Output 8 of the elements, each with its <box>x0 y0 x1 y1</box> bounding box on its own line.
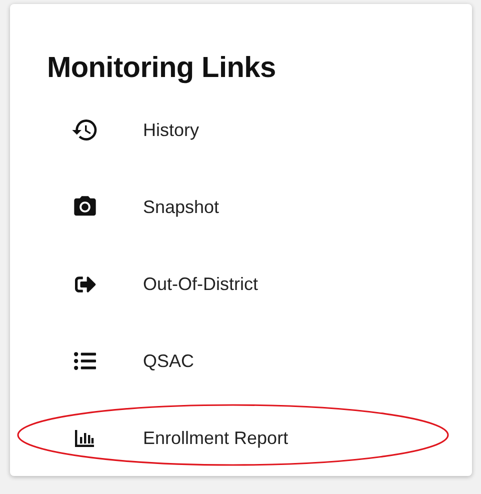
list-icon <box>74 350 96 372</box>
monitoring-link[interactable]: Snapshot <box>47 187 220 227</box>
card-title: Monitoring Links <box>47 51 277 86</box>
monitoring-link[interactable]: QSAC <box>47 341 194 381</box>
bar-chart-icon <box>75 429 95 447</box>
monitoring-link[interactable]: History <box>47 110 200 150</box>
monitoring-link[interactable]: Out-Of-District <box>47 264 258 304</box>
sign-out-icon <box>74 274 96 294</box>
